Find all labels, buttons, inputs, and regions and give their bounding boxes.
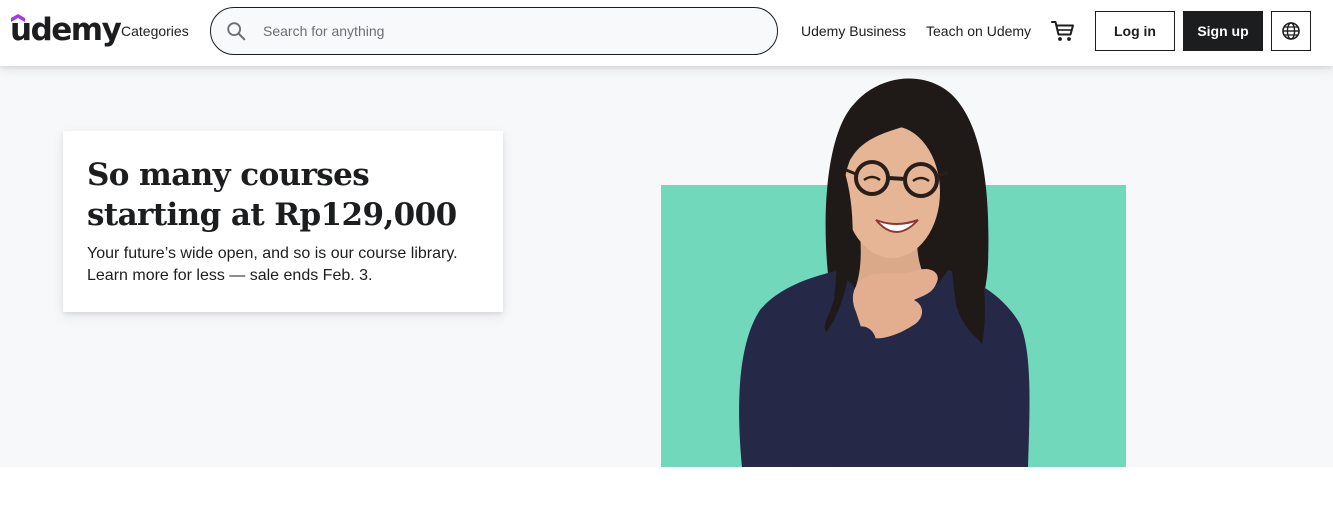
- hero-person-image: [739, 78, 1030, 467]
- udemy-business-link[interactable]: Udemy Business: [801, 22, 906, 40]
- categories-menu[interactable]: Categories: [121, 22, 189, 40]
- cart-icon[interactable]: [1050, 19, 1076, 43]
- search-bar: [210, 7, 778, 55]
- promo-description: Your future’s wide open, and so is our c…: [87, 245, 458, 284]
- hero-banner: So many courses starting at Rp129,000 Yo…: [0, 66, 1333, 467]
- language-button[interactable]: [1271, 11, 1311, 51]
- promo-title: So many courses starting at Rp129,000: [87, 157, 457, 233]
- search-icon[interactable]: [225, 20, 247, 42]
- login-button[interactable]: Log in: [1095, 11, 1175, 51]
- signup-button[interactable]: Sign up: [1183, 11, 1263, 51]
- search-input[interactable]: [263, 9, 763, 53]
- top-navigation-bar: udemy Categories Udemy Business Teach on…: [0, 0, 1333, 66]
- logo-wordmark: udemy: [10, 12, 122, 48]
- udemy-logo[interactable]: udemy: [10, 12, 122, 48]
- teach-on-udemy-link[interactable]: Teach on Udemy: [926, 22, 1031, 40]
- promo-card: So many courses starting at Rp129,000 Yo…: [63, 131, 503, 312]
- globe-icon: [1282, 22, 1300, 40]
